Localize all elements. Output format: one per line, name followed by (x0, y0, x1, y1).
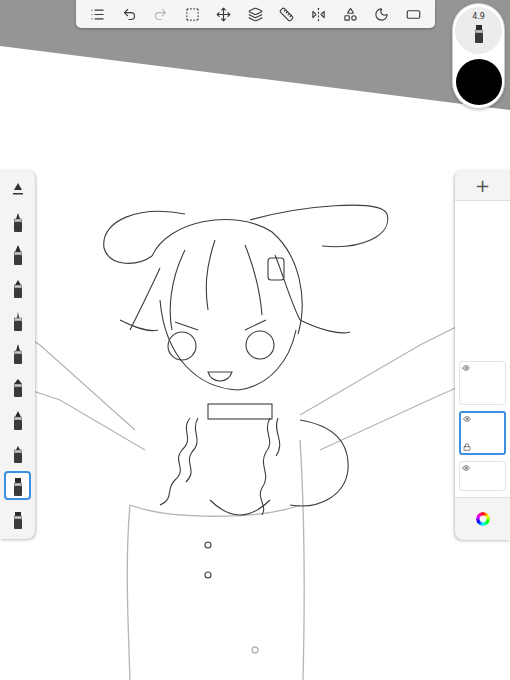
eye-icon (463, 415, 471, 423)
brush-icon (9, 475, 27, 497)
toolbar-button[interactable] (87, 3, 109, 25)
toolbar-button[interactable] (244, 3, 266, 25)
current-brush-icon (470, 22, 488, 44)
brush-properties-button[interactable] (4, 174, 31, 203)
brush-button[interactable] (4, 438, 31, 467)
brush-size-value: 4.9 (472, 12, 485, 22)
brush-button[interactable] (4, 471, 31, 500)
toolbar-button[interactable] (339, 3, 361, 25)
layer-list (455, 201, 510, 497)
brush-icon (9, 244, 27, 266)
brush-icon (9, 442, 27, 464)
brush-button[interactable] (4, 207, 31, 236)
color-section (455, 497, 510, 540)
layers-icon (248, 7, 263, 22)
brush-puck[interactable]: 4.9 (452, 3, 505, 109)
move-icon (216, 7, 231, 22)
ruler-icon (279, 7, 294, 22)
brush-button[interactable] (4, 372, 31, 401)
layer-thumbnail[interactable] (459, 361, 506, 405)
toolbar-button[interactable] (276, 3, 298, 25)
toolbar-button[interactable] (150, 3, 172, 25)
drawing-canvas[interactable] (0, 0, 510, 680)
selection-icon (185, 7, 200, 22)
add-layer-button[interactable]: + (455, 170, 510, 201)
brush-icon (9, 277, 27, 299)
redo-icon (153, 7, 168, 22)
brush-button[interactable] (4, 405, 31, 434)
brush-size-dial[interactable]: 4.9 (455, 7, 502, 54)
sketch-layer (0, 300, 510, 680)
brush-icon (9, 376, 27, 398)
symmetry-icon (311, 7, 326, 22)
brush-button[interactable] (4, 240, 31, 269)
toolbar-button[interactable] (213, 3, 235, 25)
toolbar-button[interactable] (118, 3, 140, 25)
current-color-swatch[interactable] (456, 59, 502, 105)
fullscreen-icon (406, 7, 421, 22)
eye-icon (462, 364, 470, 372)
toolbar-button[interactable] (181, 3, 203, 25)
brush-button[interactable] (4, 273, 31, 302)
canvas-backdrop (0, 0, 510, 110)
top-toolbar (76, 0, 435, 28)
lock-icon (463, 443, 471, 451)
layer-lock[interactable] (463, 443, 471, 451)
undo-icon (122, 7, 137, 22)
brush-icon (9, 211, 27, 233)
brush-icon (9, 409, 27, 431)
brush-icon (9, 508, 27, 530)
toolbar-button[interactable] (402, 3, 424, 25)
brush-button[interactable] (4, 339, 31, 368)
layer-visibility[interactable] (462, 464, 470, 472)
crescent-icon (374, 7, 389, 22)
toolbar-button[interactable] (371, 3, 393, 25)
eye-icon (462, 464, 470, 472)
layer-visibility[interactable] (463, 415, 471, 423)
brush-properties-icon (10, 181, 26, 197)
lineart-layer (104, 205, 388, 578)
shapes-icon (343, 7, 358, 22)
layer-thumbnail[interactable] (459, 461, 506, 491)
menu-icon (90, 7, 105, 22)
layer-thumbnail[interactable] (459, 411, 506, 455)
brush-icon (9, 310, 27, 332)
toolbar-button[interactable] (307, 3, 329, 25)
brush-icon (9, 343, 27, 365)
sketchbook-screen: +4.9 (0, 0, 510, 680)
color-wheel-icon[interactable] (476, 512, 490, 526)
brush-button[interactable] (4, 306, 31, 335)
layer-visibility[interactable] (462, 364, 470, 372)
brush-palette (0, 170, 35, 539)
brush-button[interactable] (4, 504, 31, 533)
layers-panel: + (455, 170, 510, 540)
